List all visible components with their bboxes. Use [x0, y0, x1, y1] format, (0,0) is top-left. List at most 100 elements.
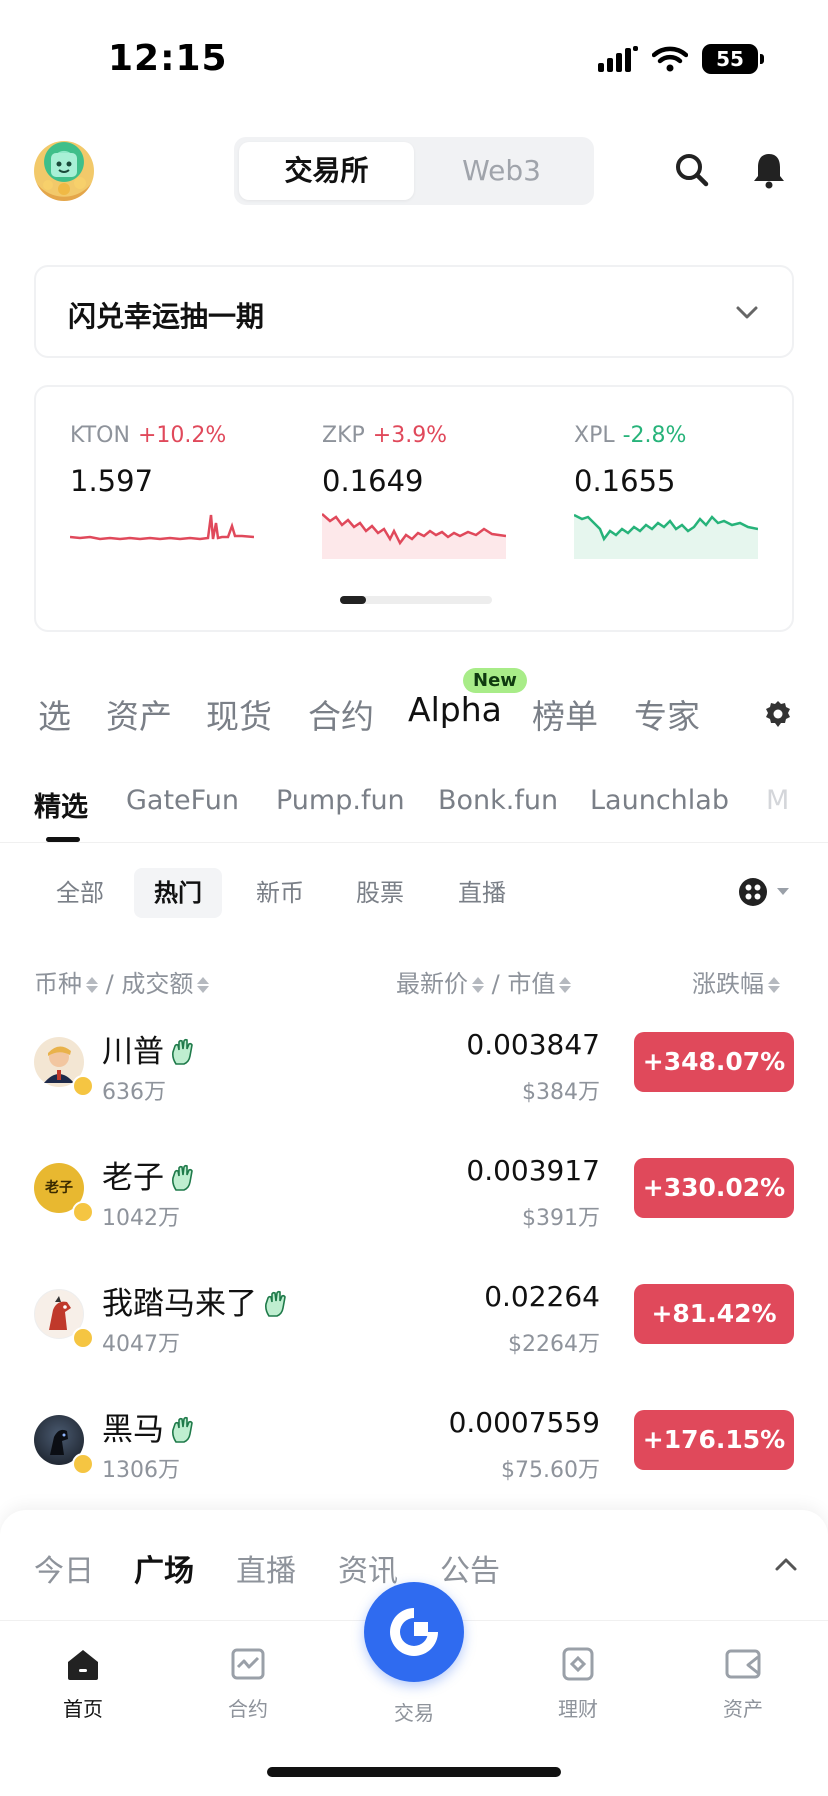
- sparkline-chart: [70, 514, 254, 541]
- hand-wave-icon: [172, 1164, 193, 1191]
- status-icons: 55: [598, 44, 764, 74]
- ticker-symbol: ZKP: [322, 423, 365, 448]
- nav-earn[interactable]: 理财: [518, 1645, 638, 1722]
- segment-exchange[interactable]: 交易所: [239, 142, 414, 200]
- ticker-price: 1.597: [70, 464, 154, 498]
- column-header-change[interactable]: 涨跌幅: [692, 964, 780, 999]
- sparkline-chart: [574, 513, 758, 559]
- tab-assets[interactable]: 资产: [106, 690, 172, 738]
- caret-down-icon: [777, 888, 789, 895]
- tab-spot[interactable]: 现货: [206, 690, 272, 738]
- ticker-card[interactable]: KTON +10.2% 1.597: [70, 423, 270, 498]
- nav-assets[interactable]: 资产: [683, 1645, 803, 1722]
- coin-row[interactable]: 老子 老子 1042万 0.003917 $391万 +330.02%: [0, 1134, 828, 1260]
- user-avatar[interactable]: [34, 141, 94, 201]
- tab-experts[interactable]: 专家: [634, 690, 700, 738]
- battery-indicator: 55: [702, 44, 764, 74]
- ticker-price: 0.1655: [574, 464, 676, 498]
- sort-icon: [472, 977, 484, 993]
- trade-button[interactable]: [364, 1582, 464, 1682]
- ticker-change: +3.9%: [372, 423, 448, 448]
- coin-volume: 636万: [102, 1080, 166, 1105]
- segment-web3[interactable]: Web3: [414, 142, 589, 200]
- change-badge[interactable]: +348.07%: [634, 1032, 794, 1092]
- coin-row[interactable]: 黑马 1306万 0.0007559 $75.60万 +176.15%: [0, 1386, 828, 1512]
- exchange-web3-switch[interactable]: 交易所 Web3: [234, 137, 594, 205]
- promo-text: 闪兑幸运抽一期: [68, 300, 265, 333]
- status-time: 12:15: [108, 38, 228, 79]
- gear-icon[interactable]: [764, 700, 792, 728]
- chain-badge-icon: [72, 1327, 94, 1349]
- hand-wave-icon: [172, 1038, 193, 1065]
- coin-name: 我踏马来了: [102, 1286, 257, 1322]
- tab-watchlist[interactable]: 选: [38, 690, 71, 738]
- chevron-up-icon[interactable]: [774, 1554, 798, 1574]
- coin-name: 老子: [102, 1160, 164, 1196]
- sheet-tab-square[interactable]: 广场: [134, 1546, 194, 1590]
- bell-icon[interactable]: [749, 150, 789, 190]
- subtab-pumpfun[interactable]: Pump.fun: [276, 785, 405, 816]
- nav-label: 合约: [228, 1697, 268, 1721]
- wifi-icon: [652, 46, 688, 72]
- sort-icon: [86, 977, 98, 993]
- coin-price: 0.003847: [466, 1028, 600, 1061]
- col-volume[interactable]: 成交额: [121, 970, 193, 998]
- coin-price: 0.02264: [484, 1280, 600, 1313]
- nav-futures[interactable]: 合约: [188, 1645, 308, 1722]
- carousel-pager: [340, 596, 492, 604]
- promo-banner[interactable]: 闪兑幸运抽一期: [34, 265, 794, 358]
- filter-new[interactable]: 新币: [236, 868, 324, 918]
- subtab-more[interactable]: M: [766, 785, 789, 816]
- sheet-tab-today[interactable]: 今日: [34, 1546, 94, 1590]
- subtab-featured[interactable]: 精选: [34, 785, 88, 824]
- pager-thumb: [340, 596, 366, 604]
- view-toggle[interactable]: [738, 877, 790, 907]
- divider: [0, 842, 828, 843]
- change-badge[interactable]: +176.15%: [634, 1410, 794, 1470]
- col-cap[interactable]: 市值: [507, 970, 555, 998]
- change-badge[interactable]: +81.42%: [634, 1284, 794, 1344]
- tab-alpha[interactable]: Alpha: [408, 690, 502, 729]
- nav-home[interactable]: 首页: [23, 1645, 143, 1722]
- signal-icon: [598, 46, 638, 72]
- status-bar: 12:15 55: [0, 0, 828, 120]
- coin-row[interactable]: 川普 636万 0.003847 $384万 +348.07%: [0, 1008, 828, 1134]
- filter-hot[interactable]: 热门: [134, 868, 222, 918]
- coin-name: 黑马: [102, 1412, 164, 1448]
- coin-market-cap: $75.60万: [501, 1458, 600, 1483]
- tab-futures[interactable]: 合约: [308, 690, 374, 738]
- col-sep: /: [105, 970, 114, 998]
- futures-icon: [231, 1648, 265, 1680]
- coin-row[interactable]: 我踏马来了 4047万 0.02264 $2264万 +81.42%: [0, 1260, 828, 1386]
- col-price[interactable]: 最新价: [396, 970, 468, 998]
- filter-stocks[interactable]: 股票: [336, 868, 424, 918]
- ticker-carousel[interactable]: KTON +10.2% 1.597 ZKP +3.9% 0.1649 XPL -2.8…: [34, 385, 794, 632]
- home-icon: [68, 1650, 98, 1680]
- filter-all[interactable]: 全部: [36, 868, 124, 918]
- avatar-art-icon: [43, 153, 86, 195]
- column-headers-mid[interactable]: 最新价 / 市值: [396, 964, 572, 999]
- search-icon[interactable]: [672, 150, 712, 190]
- new-badge: New: [463, 668, 527, 693]
- coin-name: 川普: [102, 1034, 164, 1070]
- subtab-bonkfun[interactable]: Bonk.fun: [438, 785, 558, 816]
- coin-market-cap: $391万: [522, 1206, 600, 1231]
- change-badge[interactable]: +330.02%: [634, 1158, 794, 1218]
- sheet-tab-live[interactable]: 直播: [236, 1546, 296, 1590]
- earn-icon: [562, 1647, 594, 1681]
- ticker-card[interactable]: ZKP +3.9% 0.1649: [322, 423, 522, 498]
- subtab-gatefun[interactable]: GateFun: [126, 785, 239, 816]
- wallet-icon: [725, 1649, 761, 1679]
- column-headers-left[interactable]: 币种 / 成交额: [34, 964, 210, 999]
- sort-icon: [197, 977, 210, 993]
- filter-live[interactable]: 直播: [438, 868, 526, 918]
- ticker-card[interactable]: XPL -2.8% 0.1655: [574, 423, 774, 498]
- tab-rankings[interactable]: 榜单: [532, 690, 598, 738]
- nav-label: 理财: [558, 1697, 598, 1721]
- trade-icon: [390, 1608, 438, 1656]
- home-indicator: [267, 1767, 561, 1777]
- col-coin[interactable]: 币种: [34, 970, 82, 998]
- col-change[interactable]: 涨跌幅: [692, 970, 764, 998]
- hand-wave-icon: [172, 1416, 193, 1443]
- subtab-launchlab[interactable]: Launchlab: [590, 785, 729, 816]
